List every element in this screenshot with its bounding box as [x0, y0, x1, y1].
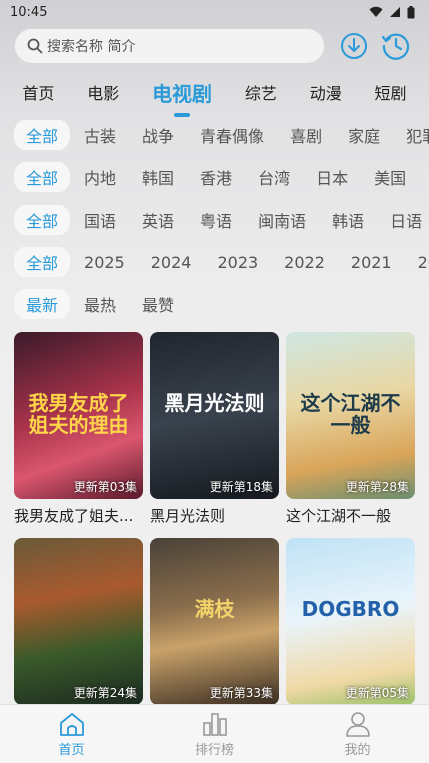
filter-chip[interactable]: 台湾: [246, 162, 302, 192]
poster-image: DOGBRO 更新第05集: [286, 538, 415, 705]
filter-chip[interactable]: 韩语: [320, 205, 376, 235]
filter-chip[interactable]: 粤语: [188, 205, 244, 235]
card-title: 我男友成了姐夫...: [14, 507, 134, 525]
filter-chip[interactable]: 全部: [14, 162, 71, 192]
poster-title-art: DOGBRO: [301, 597, 400, 621]
user-icon: [345, 711, 370, 737]
filter-chip[interactable]: 喜剧: [278, 120, 334, 150]
card-title: 这个江湖不一般: [286, 507, 392, 525]
sort-chip[interactable]: 最新: [14, 289, 71, 319]
sort-chip[interactable]: 最赞: [130, 289, 186, 319]
download-icon: [341, 33, 367, 59]
drama-card[interactable]: 满枝 更新第33集: [150, 538, 279, 705]
poster-image: 更新第24集: [14, 538, 143, 705]
nav-label: 排行榜: [194, 742, 234, 758]
episode-badge: 更新第33集: [209, 686, 273, 700]
filter-chip[interactable]: 韩国: [130, 162, 186, 192]
filter-chip[interactable]: 犯罪: [394, 120, 429, 150]
poster-title-art: 黑月光法则: [164, 391, 265, 415]
nav-label: 我的: [344, 742, 371, 758]
filter-chip[interactable]: 全部: [14, 205, 71, 235]
search-placeholder: 搜索名称 简介: [47, 39, 136, 55]
filter-chip[interactable]: 美国: [362, 162, 418, 192]
episode-badge: 更新第05集: [345, 686, 409, 700]
poster-image: 这个江湖不一般 更新第28集: [286, 332, 415, 499]
status-bar: 10:45: [0, 0, 429, 24]
main-tabs: 首页 电影 电视剧 综艺 动漫 短剧: [0, 72, 429, 117]
filter-chip[interactable]: 战争: [130, 120, 186, 150]
drama-card[interactable]: 黑月光法则 更新第18集 黑月光法则: [150, 332, 279, 526]
filter-chip[interactable]: 家庭: [336, 120, 392, 150]
filter-chip[interactable]: 泰: [420, 162, 429, 192]
poster-image: 我男友成了姐夫的理由 更新第03集: [14, 332, 143, 499]
filter-chip[interactable]: 2021: [339, 249, 404, 276]
episode-badge: 更新第03集: [73, 480, 137, 494]
filter-chip[interactable]: 2024: [139, 249, 204, 276]
filter-chip[interactable]: 2020: [406, 249, 429, 276]
signal-icon: [390, 7, 400, 17]
chart-icon: [202, 712, 227, 736]
nav-profile[interactable]: 我的: [318, 711, 398, 758]
episode-badge: 更新第28集: [345, 480, 409, 494]
poster-title-art: 我男友成了姐夫的理由: [28, 391, 129, 437]
tab-indicator: [174, 112, 191, 117]
filter-chip[interactable]: 日本: [304, 162, 360, 192]
filter-chip[interactable]: 全部: [14, 120, 71, 150]
battery-icon: [407, 5, 415, 18]
filter-row-region: 全部 内地 韩国 香港 台湾 日本 美国 泰: [14, 162, 429, 192]
search-input[interactable]: 搜索名称 简介: [14, 28, 325, 64]
filter-chip[interactable]: 2025: [72, 249, 137, 276]
filter-chip[interactable]: 香港: [188, 162, 244, 192]
drama-card[interactable]: 更新第24集: [14, 538, 143, 705]
filter-row-year: 全部 2025 2024 2023 2022 2021 2020: [14, 247, 429, 277]
poster-image: 黑月光法则 更新第18集: [150, 332, 279, 499]
tab-home[interactable]: 首页: [20, 76, 56, 108]
history-button[interactable]: [381, 31, 411, 61]
filter-chip[interactable]: 2022: [272, 249, 337, 276]
filter-chip[interactable]: 国语: [72, 205, 128, 235]
filter-chip[interactable]: 日语: [378, 205, 429, 235]
poster-title-art: 满枝: [194, 597, 235, 621]
nav-ranking[interactable]: 排行榜: [175, 711, 255, 758]
filter-chip[interactable]: 全部: [14, 247, 71, 277]
download-button[interactable]: [339, 31, 369, 61]
home-icon: [59, 712, 84, 736]
filter-row-language: 全部 国语 英语 粤语 闽南语 韩语 日语: [14, 205, 429, 235]
poster-title-art: 这个江湖不一般: [300, 391, 401, 437]
sort-chip[interactable]: 最热: [72, 289, 128, 319]
nav-home[interactable]: 首页: [32, 711, 112, 758]
filter-chip[interactable]: 青春偶像: [188, 120, 276, 150]
filter-row-genre: 全部 古装 战争 青春偶像 喜剧 家庭 犯罪: [14, 120, 429, 150]
poster-image: 满枝 更新第33集: [150, 538, 279, 705]
wifi-icon: [369, 6, 383, 17]
tab-movies[interactable]: 电影: [85, 76, 121, 108]
search-icon: [27, 38, 43, 54]
bottom-nav: 首页 排行榜 我的: [0, 704, 429, 763]
tab-tv-series[interactable]: 电视剧: [150, 74, 214, 117]
filter-chip[interactable]: 2023: [205, 249, 270, 276]
filter-row-sort: 最新 最热 最赞: [14, 289, 429, 319]
nav-label: 首页: [58, 742, 85, 758]
filter-chip[interactable]: 闽南语: [246, 205, 318, 235]
drama-card[interactable]: 这个江湖不一般 更新第28集 这个江湖不一般: [286, 332, 415, 526]
filter-chip[interactable]: 英语: [130, 205, 186, 235]
tab-short-drama[interactable]: 短剧: [373, 76, 409, 108]
filter-chip[interactable]: 古装: [72, 120, 128, 150]
episode-badge: 更新第24集: [73, 686, 137, 700]
episode-badge: 更新第18集: [209, 480, 273, 494]
history-icon: [381, 33, 410, 60]
drama-card[interactable]: DOGBRO 更新第05集: [286, 538, 415, 705]
drama-card[interactable]: 我男友成了姐夫的理由 更新第03集 我男友成了姐夫...: [14, 332, 143, 526]
filter-chip[interactable]: 内地: [72, 162, 128, 192]
search-row: 搜索名称 简介: [14, 28, 416, 64]
tab-anime[interactable]: 动漫: [308, 76, 344, 108]
tab-variety[interactable]: 综艺: [243, 76, 279, 108]
status-icons: [369, 5, 415, 19]
card-title: 黑月光法则: [150, 507, 226, 525]
status-time: 10:45: [10, 4, 48, 20]
